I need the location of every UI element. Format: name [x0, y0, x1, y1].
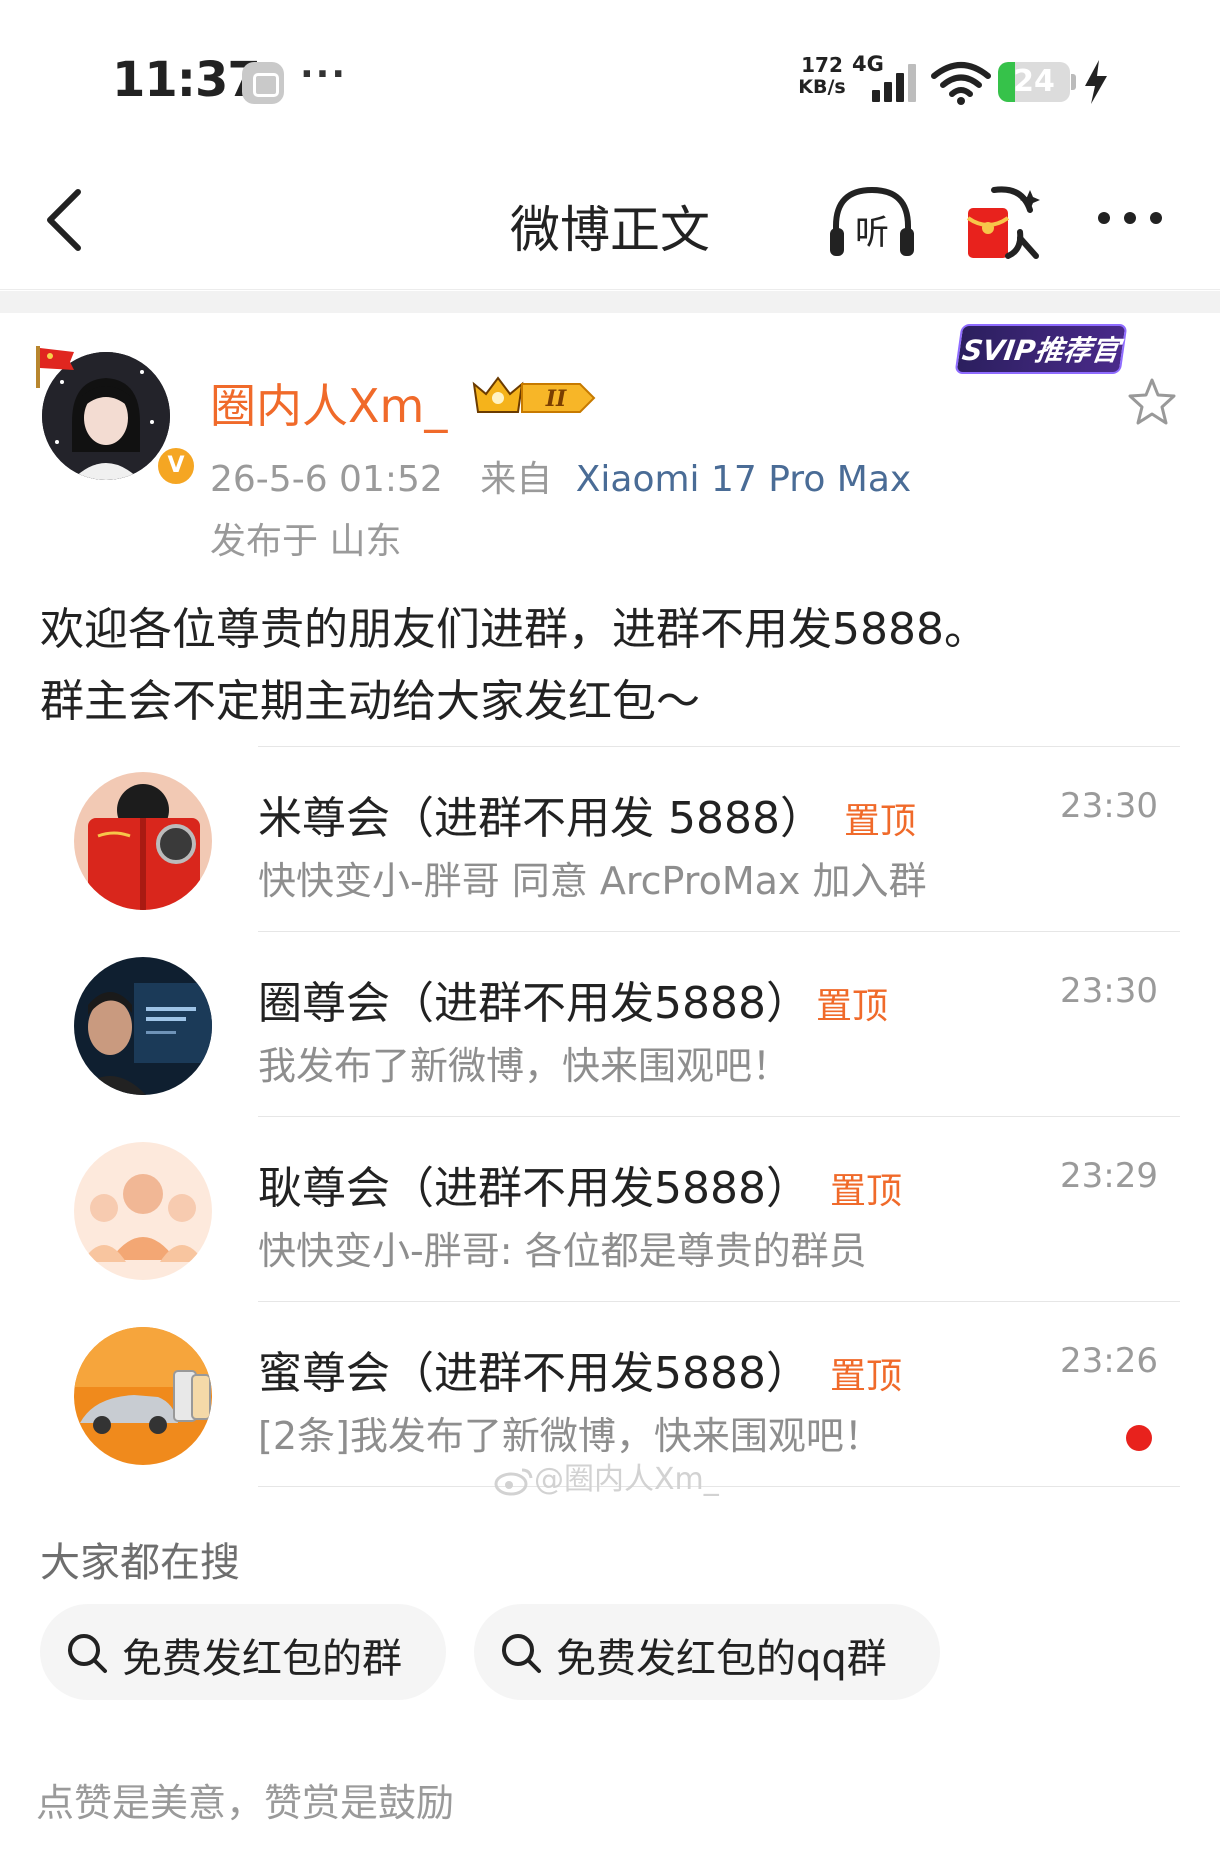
section-divider [0, 291, 1220, 313]
phone-reader-avatar-icon [74, 772, 212, 910]
status-time: 11:37 [112, 52, 261, 108]
list-separator [258, 1301, 1180, 1302]
post-meta: 26-5-6 01:52 来自 Xiaomi 17 Pro Max [210, 450, 911, 502]
group-time: 23:30 [1060, 971, 1158, 1011]
group-name-text: 耿尊会（进群不用发5888） [258, 1163, 810, 1214]
group-time: 23:29 [1060, 1156, 1158, 1196]
list-separator [258, 931, 1180, 932]
group-list-item[interactable]: 圈尊会（进群不用发5888） 置顶 23:30 我发布了新微博，快来围观吧！ [0, 931, 1220, 1116]
search-chip-label: 免费发红包的群 [122, 1636, 402, 1682]
list-separator [258, 1486, 1180, 1487]
signal-icon [872, 64, 916, 102]
list-separator [258, 746, 1180, 747]
app-notification-icon [242, 62, 284, 104]
group-name: 蜜尊会（进群不用发5888） 置顶 [258, 1337, 902, 1401]
headphones-listen-icon[interactable]: 听 [826, 182, 918, 262]
battery-level: 24 [1013, 64, 1055, 99]
svip-badge[interactable]: SVIP推荐官 [954, 324, 1128, 374]
wifi-icon [931, 62, 991, 105]
group-avatar [74, 772, 212, 910]
pinned-tag: 置顶 [815, 986, 888, 1027]
author-avatar[interactable]: V [30, 340, 198, 490]
group-people-avatar-icon [74, 1142, 212, 1280]
group-name-text: 米尊会（进群不用发 5888） [258, 793, 824, 844]
net-speed-unit: KB/s [798, 76, 846, 98]
list-separator [258, 1116, 1180, 1117]
group-name: 圈尊会（进群不用发5888） 置顶 [258, 967, 888, 1031]
search-chip-label: 免费发红包的qq群 [556, 1636, 887, 1682]
reward-prompt: 点赞是美意，赞赏是鼓励 [36, 1781, 455, 1825]
watermark: @圈内人Xm_ [494, 1454, 719, 1498]
car-phone-avatar-icon [74, 1327, 212, 1465]
source-prefix: 来自 [480, 459, 553, 500]
battery-cap [1071, 74, 1076, 90]
group-last-message: [2条]我发布了新微博，快来围观吧！ [258, 1414, 882, 1458]
group-time: 23:26 [1060, 1341, 1158, 1381]
presenter-avatar-icon [74, 957, 212, 1095]
watermark-text: @圈内人Xm_ [534, 1462, 719, 1497]
group-avatar [74, 957, 212, 1095]
net-speed-value: 172 [801, 53, 843, 77]
group-name: 耿尊会（进群不用发5888） 置顶 [258, 1152, 902, 1216]
red-envelope-icon[interactable] [960, 182, 1042, 264]
group-list-item[interactable]: 耿尊会（进群不用发5888） 置顶 23:29 快快变小-胖哥: 各位都是尊贵的群… [0, 1116, 1220, 1301]
status-more-icon: ··· [300, 54, 348, 95]
search-chip[interactable]: 免费发红包的qq群 [474, 1604, 940, 1700]
group-time: 23:30 [1060, 786, 1158, 826]
group-name-text: 圈尊会（进群不用发5888） [258, 978, 810, 1029]
search-icon [502, 1634, 541, 1673]
post-timestamp: 26-5-6 01:52 [210, 459, 443, 500]
device-link[interactable]: Xiaomi 17 Pro Max [576, 459, 912, 500]
search-heading: 大家都在搜 [40, 1540, 240, 1586]
crown-level-icon[interactable]: II [470, 372, 598, 420]
more-dots-icon[interactable] [1090, 196, 1170, 236]
weibo-logo-icon [494, 1468, 533, 1495]
group-list-item[interactable]: 米尊会（进群不用发 5888） 置顶 23:30 快快变小-胖哥 同意 ArcPr… [0, 746, 1220, 931]
svg-text:听: 听 [855, 213, 889, 253]
group-name: 米尊会（进群不用发 5888） 置顶 [258, 782, 916, 846]
star-favorite-icon[interactable] [1126, 376, 1178, 428]
post-text-line: 欢迎各位尊贵的朋友们进群，进群不用发5888。 [40, 604, 988, 655]
search-icon [68, 1634, 107, 1673]
pinned-tag: 置顶 [843, 801, 916, 842]
pinned-tag: 置顶 [829, 1171, 902, 1212]
status-bar: 11:37 ··· 172 KB/s 4G 24 [0, 0, 1220, 150]
group-last-message: 我发布了新微博，快来围观吧！ [258, 1044, 791, 1088]
search-chip[interactable]: 免费发红包的群 [40, 1604, 446, 1700]
group-last-message: 快快变小-胖哥: 各位都是尊贵的群员 [258, 1229, 867, 1273]
group-last-message: 快快变小-胖哥 同意 ArcProMax 加入群 [258, 859, 927, 903]
battery-icon: 24 [998, 62, 1070, 102]
group-name-text: 蜜尊会（进群不用发5888） [258, 1348, 810, 1399]
unread-dot [1126, 1425, 1152, 1451]
charging-bolt-icon [1085, 60, 1107, 104]
post-text-line: 群主会不定期主动给大家发红包～ [40, 676, 700, 727]
post-body: 欢迎各位尊贵的朋友们进群，进群不用发5888。 群主会不定期主动给大家发红包～ [40, 594, 1190, 738]
flag-decoration-icon [36, 346, 74, 388]
nav-bar: 微博正文 听 [0, 150, 1220, 290]
verified-badge: V [154, 444, 198, 488]
group-avatar [74, 1327, 212, 1465]
author-name[interactable]: 圈内人Xm_ [210, 370, 447, 436]
pinned-tag: 置顶 [829, 1356, 902, 1397]
net-speed: 172 KB/s [792, 54, 852, 98]
post-location: 发布于 山东 [210, 521, 402, 562]
crown-level: II [545, 386, 567, 412]
group-avatar [74, 1142, 212, 1280]
